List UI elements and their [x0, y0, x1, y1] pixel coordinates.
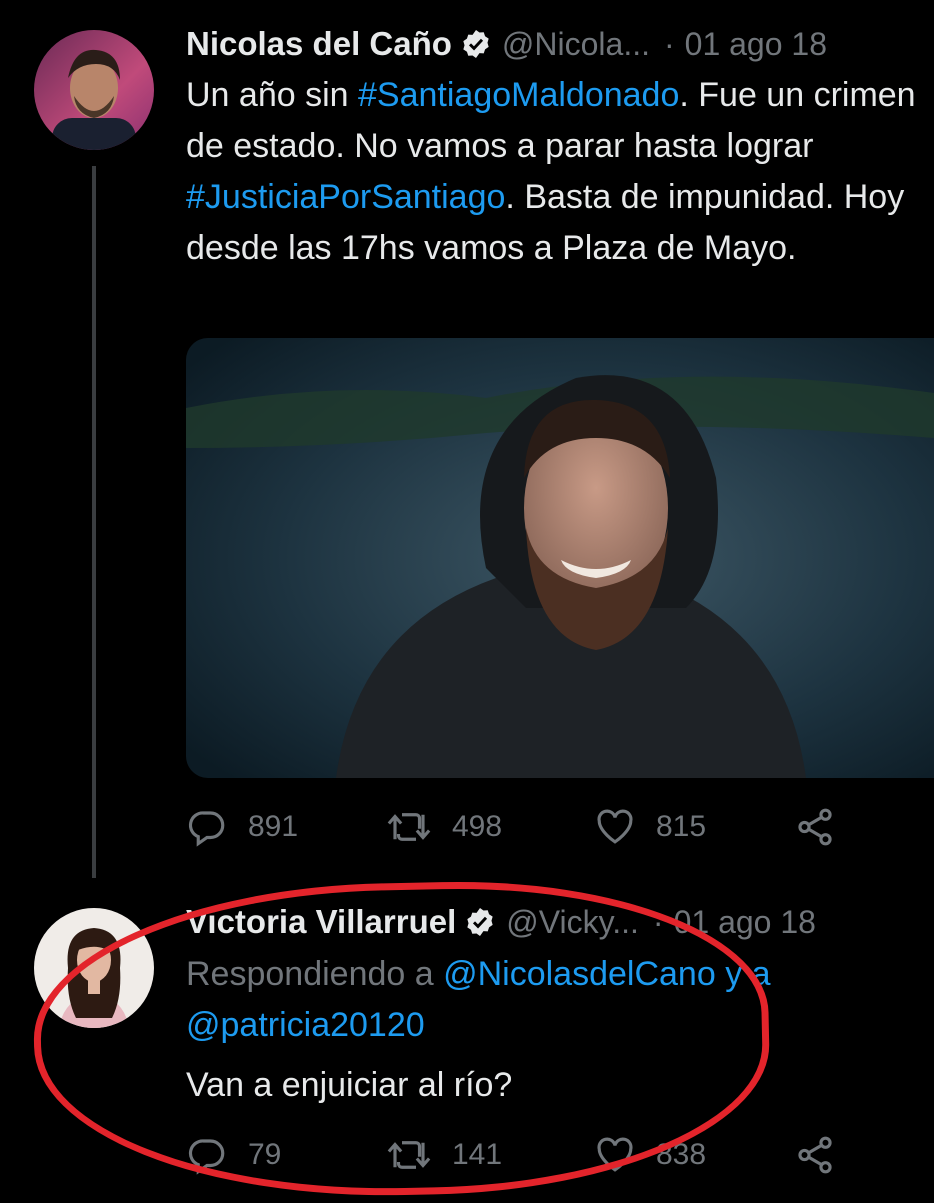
share-button[interactable]: [794, 1130, 856, 1180]
like-count: 838: [656, 1138, 707, 1171]
tweet-actions: 79 141 838: [186, 1130, 886, 1180]
author-handle[interactable]: @Nicola...: [502, 26, 650, 63]
share-icon: [798, 808, 832, 846]
retweet-count: 141: [452, 1138, 503, 1171]
mention-link[interactable]: @patricia20120: [186, 1006, 425, 1044]
avatar[interactable]: [34, 30, 154, 150]
mention-link[interactable]: @NicolasdelCano: [443, 955, 716, 993]
tweet-header: Nicolas del Caño @Nicola... · 01 ago 18: [186, 20, 920, 68]
like-button[interactable]: 815: [594, 802, 706, 852]
avatar[interactable]: [34, 908, 154, 1028]
tweet-image[interactable]: [186, 338, 934, 778]
reply-count: 891: [248, 810, 299, 843]
like-icon: [597, 809, 633, 844]
tweet-victoria[interactable]: Victoria Villarruel @Vicky... · 01 ago 1…: [0, 880, 934, 1200]
separator-dot: ·: [652, 903, 664, 940]
retweet-button[interactable]: 498: [386, 802, 502, 852]
thread-line: [92, 166, 96, 878]
reply-prefix: Respondiendo a: [186, 955, 444, 993]
reply-joiner: y a: [715, 955, 771, 993]
reply-button[interactable]: 891: [186, 802, 298, 852]
hashtag-link[interactable]: #JusticiaPorSantiago: [186, 178, 505, 216]
hashtag-link[interactable]: #SantiagoMaldonado: [358, 76, 679, 114]
tweet-date[interactable]: 01 ago 18: [685, 26, 827, 63]
tweet-date[interactable]: 01 ago 18: [674, 904, 816, 941]
tweet-text: Un año sin #SantiagoMaldonado. Fue un cr…: [186, 70, 921, 274]
verified-badge-icon: [460, 28, 492, 60]
reply-icon: [188, 1139, 225, 1175]
separator-dot: ·: [663, 25, 675, 62]
reply-icon: [188, 811, 225, 847]
like-count: 815: [656, 810, 707, 843]
like-button[interactable]: 838: [594, 1130, 706, 1180]
share-button[interactable]: [794, 802, 856, 852]
author-handle[interactable]: @Vicky...: [506, 904, 639, 941]
tweet-text: Van a enjuiciar al río?: [186, 1066, 513, 1104]
reply-count: 79: [248, 1138, 282, 1171]
reply-button[interactable]: 79: [186, 1130, 281, 1180]
retweet-icon: [387, 1141, 431, 1169]
replying-to: Respondiendo a @NicolasdelCano y a @patr…: [186, 949, 906, 1051]
tweet-header: Victoria Villarruel @Vicky... · 01 ago 1…: [186, 898, 920, 946]
retweet-icon: [387, 813, 431, 841]
share-icon: [798, 1136, 832, 1174]
verified-badge-icon: [464, 906, 496, 938]
text-segment: Un año sin: [186, 76, 358, 114]
author-name[interactable]: Victoria Villarruel: [186, 903, 456, 941]
retweet-count: 498: [452, 810, 503, 843]
tweet-actions: 891 498 815: [186, 802, 886, 852]
retweet-button[interactable]: 141: [386, 1130, 502, 1180]
tweet-nicolas[interactable]: Nicolas del Caño @Nicola... · 01 ago 18 …: [0, 0, 934, 878]
author-name[interactable]: Nicolas del Caño: [186, 25, 452, 63]
like-icon: [597, 1137, 633, 1172]
